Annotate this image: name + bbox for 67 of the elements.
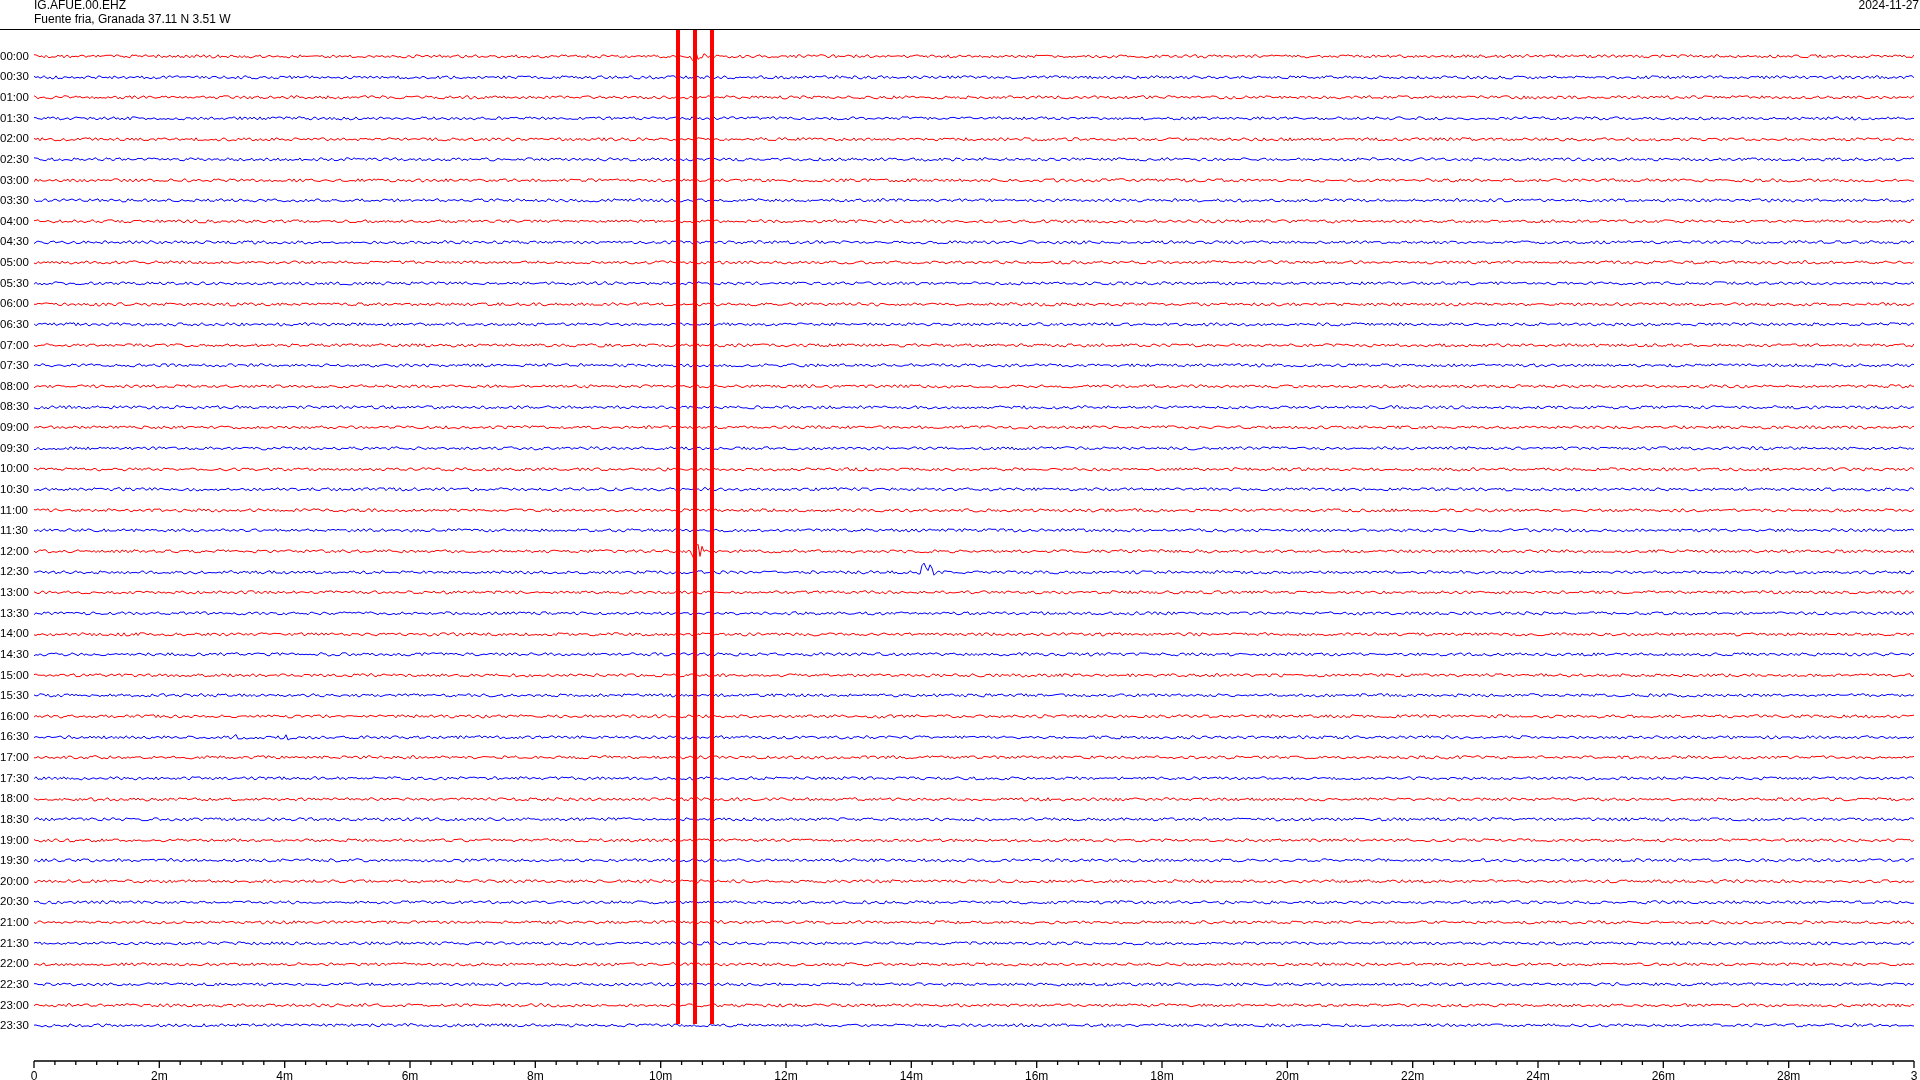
axis-tick-label: 0	[30, 1069, 38, 1080]
time-label: 05:30	[0, 276, 30, 290]
axis-tick-label: 8m	[527, 1069, 544, 1080]
time-label: 19:30	[0, 854, 30, 868]
time-label: 10:30	[0, 482, 30, 496]
time-label: 03:00	[0, 173, 30, 187]
time-label: 22:00	[0, 957, 30, 971]
time-label: 08:30	[0, 400, 30, 414]
axis-tick-label: 20m	[1275, 1069, 1299, 1080]
time-label: 15:00	[0, 668, 30, 682]
time-label: 13:30	[0, 606, 30, 620]
time-label: 07:00	[0, 338, 30, 352]
time-label: 09:30	[0, 441, 30, 455]
time-label: 23:30	[0, 1019, 30, 1033]
axis-tick-label: 14m	[899, 1069, 923, 1080]
time-label: 12:00	[0, 544, 30, 558]
time-label: 14:00	[0, 627, 30, 641]
time-label: 02:00	[0, 132, 30, 146]
time-label: 20:30	[0, 895, 30, 909]
time-label: 16:00	[0, 709, 30, 723]
axis-tick-label: 18m	[1150, 1069, 1174, 1080]
axis-tick-label: 24m	[1526, 1069, 1550, 1080]
time-label: 14:30	[0, 647, 30, 661]
time-label: 00:00	[0, 49, 30, 63]
axis-tick-label: 3	[1910, 1069, 1918, 1080]
time-label: 02:30	[0, 152, 30, 166]
time-label: 23:00	[0, 998, 30, 1012]
axis-tick-label: 6m	[401, 1069, 419, 1080]
time-label: 17:00	[0, 751, 30, 765]
time-label: 07:30	[0, 359, 30, 373]
axis-tick-label: 16m	[1025, 1069, 1049, 1080]
time-label: 06:00	[0, 297, 30, 311]
axis-tick-label: 10m	[649, 1069, 673, 1080]
time-label: 16:30	[0, 730, 30, 744]
time-label: 13:00	[0, 586, 30, 600]
time-label: 21:30	[0, 936, 30, 950]
time-label: 04:00	[0, 214, 30, 228]
time-label: 19:00	[0, 833, 30, 847]
time-label: 22:30	[0, 977, 30, 991]
time-label: 21:00	[0, 916, 30, 930]
time-label: 18:30	[0, 812, 30, 826]
time-label: 05:00	[0, 256, 30, 270]
time-label: 12:30	[0, 565, 30, 579]
axis-tick-label: 22m	[1401, 1069, 1425, 1080]
date-label: 2024-11-27	[1858, 0, 1920, 12]
time-label: 10:00	[0, 462, 30, 476]
time-label: 04:30	[0, 235, 30, 249]
time-label: 17:30	[0, 771, 30, 785]
time-label: 01:30	[0, 111, 30, 125]
axis-tick-label: 12m	[774, 1069, 798, 1080]
time-label: 09:00	[0, 421, 30, 435]
axis-tick-label: 28m	[1777, 1069, 1801, 1080]
time-label: 18:00	[0, 792, 30, 806]
axis-tick-label: 2m	[151, 1069, 168, 1080]
time-label: 06:30	[0, 317, 30, 331]
station-code: IG.AFUE.00.EHZ	[34, 0, 128, 12]
time-label: 01:00	[0, 91, 30, 105]
time-label: 03:30	[0, 194, 30, 208]
time-label: 08:00	[0, 379, 30, 393]
time-label: 15:30	[0, 689, 30, 703]
time-label: 00:30	[0, 70, 30, 84]
axis-tick-label: 4m	[276, 1069, 293, 1080]
time-label: 11:30	[0, 524, 29, 538]
time-label: 20:00	[0, 874, 30, 888]
time-label: 11:00	[0, 503, 29, 517]
axis-tick-label: 26m	[1651, 1069, 1675, 1080]
station-location: Fuente fria, Granada 37.11 N 3.51 W	[34, 12, 231, 26]
